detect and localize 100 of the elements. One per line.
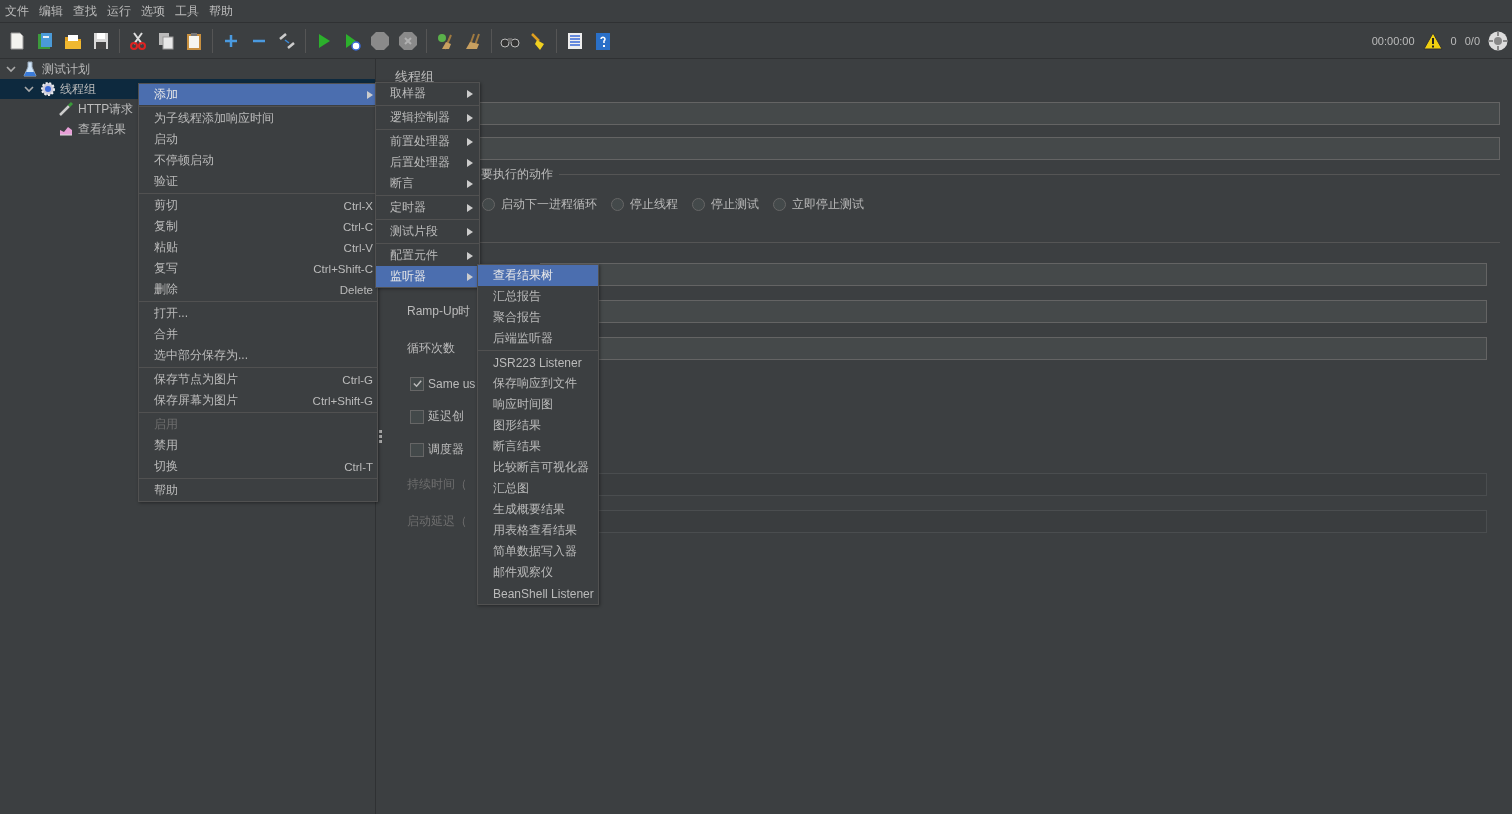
shortcut-label: Delete xyxy=(339,283,373,296)
menu-item[interactable]: 验证 xyxy=(139,171,377,192)
checkbox-label[interactable]: Same us xyxy=(428,376,476,391)
pencil-pair-icon[interactable] xyxy=(277,30,297,51)
menu-item[interactable]: 断言结果 xyxy=(478,436,598,457)
input-field[interactable] xyxy=(540,263,1487,286)
menu-item[interactable]: 简单数据写入器 xyxy=(478,541,598,562)
menu-bar-item[interactable]: 帮助 xyxy=(206,2,240,20)
error-count: 0 xyxy=(1450,34,1457,47)
menu-item[interactable]: 合并 xyxy=(139,324,377,345)
menu-item[interactable]: 汇总报告 xyxy=(478,286,598,307)
pipette-icon xyxy=(58,101,74,117)
menu-item[interactable]: 打开... xyxy=(139,303,377,324)
new-document-icon[interactable] xyxy=(7,30,27,51)
menu-item[interactable]: 取样器 xyxy=(376,83,479,104)
shortcut-label: Ctrl-X xyxy=(343,199,373,212)
paste-icon[interactable] xyxy=(184,30,204,51)
checkbox[interactable] xyxy=(410,376,424,391)
cut-icon[interactable] xyxy=(128,30,148,51)
octagon-x-icon[interactable] xyxy=(398,30,418,51)
tree-item[interactable]: 查看结果 xyxy=(78,120,126,138)
radio-button[interactable] xyxy=(611,197,624,211)
flask-icon xyxy=(22,61,38,77)
menu-item[interactable]: 添加 xyxy=(139,84,377,105)
menu-item[interactable]: 禁用 xyxy=(139,435,377,456)
menu-item[interactable]: 后置处理器 xyxy=(376,152,479,173)
menu-item[interactable]: 为子线程添加响应时间 xyxy=(139,108,377,129)
expand-toggle-icon[interactable] xyxy=(24,84,34,94)
menu-item[interactable]: 响应时间图 xyxy=(478,394,598,415)
radio-button[interactable] xyxy=(482,197,495,211)
stop-icon[interactable] xyxy=(370,30,390,51)
menu-bar-item[interactable]: 文件 xyxy=(2,2,36,20)
shortcut-label: Ctrl+Shift-G xyxy=(312,394,373,407)
menu-item[interactable]: 不停顿启动 xyxy=(139,150,377,171)
menu-item[interactable]: 用表格查看结果 xyxy=(478,520,598,541)
menu-item[interactable]: JSR223 Listener xyxy=(478,352,598,373)
menu-item[interactable]: 后端监听器 xyxy=(478,328,598,349)
checkbox-label[interactable]: 调度器 xyxy=(428,441,464,458)
menu-item[interactable]: 切换 Ctrl-T xyxy=(139,456,377,477)
shortcut-label: Ctrl-G xyxy=(342,373,373,386)
menu-item[interactable]: 聚合报告 xyxy=(478,307,598,328)
menu-item[interactable]: 剪切 Ctrl-X xyxy=(139,195,377,216)
checkbox[interactable] xyxy=(410,409,424,424)
shortcut-label: Ctrl-C xyxy=(342,220,373,233)
menu-item[interactable]: 复写 Ctrl+Shift-C xyxy=(139,258,377,279)
elapsed-time: 00:00:00 xyxy=(1371,34,1415,47)
menu-item[interactable]: BeanShell Listener xyxy=(478,583,598,604)
menu-item[interactable]: 查看结果树 xyxy=(478,265,598,286)
menu-item[interactable]: 定时器 xyxy=(376,197,479,218)
menu-item[interactable]: 逻辑控制器 xyxy=(376,107,479,128)
warning-icon[interactable] xyxy=(1422,31,1443,50)
menu-item[interactable]: 复制 Ctrl-C xyxy=(139,216,377,237)
radio-label[interactable]: 停止线程 xyxy=(630,195,678,213)
radio-label[interactable]: 立即停止测试 xyxy=(792,195,864,213)
copy-icon[interactable] xyxy=(156,30,176,51)
menu-bar-item[interactable]: 工具 xyxy=(172,2,206,20)
menu-bar-item[interactable]: 编辑 xyxy=(36,2,70,20)
tree-item[interactable]: HTTP请求 xyxy=(78,100,134,118)
menu-item[interactable]: 删除 Delete xyxy=(139,279,377,300)
splitter-handle[interactable] xyxy=(378,430,382,443)
shortcut-label: Ctrl+Shift-C xyxy=(313,262,373,275)
menu-item[interactable]: 监听器 xyxy=(376,266,479,287)
radio-label[interactable]: 停止测试 xyxy=(711,195,759,213)
menu-item[interactable]: 测试片段 xyxy=(376,221,479,242)
menu-item[interactable]: 保存屏幕为图片 Ctrl+Shift-G xyxy=(139,390,377,411)
menu-item[interactable]: 生成概要结果 xyxy=(478,499,598,520)
menu-bar-item[interactable]: 查找 xyxy=(70,2,104,20)
checkbox[interactable] xyxy=(410,442,424,457)
help-icon[interactable] xyxy=(593,30,613,51)
menu-item[interactable]: 保存响应到文件 xyxy=(478,373,598,394)
checkbox-label[interactable]: 延迟创 xyxy=(428,408,464,425)
save-icon[interactable] xyxy=(91,30,111,51)
menu-item[interactable]: 断言 xyxy=(376,173,479,194)
menu-item[interactable]: 邮件观察仪 xyxy=(478,562,598,583)
menu-item[interactable]: 选中部分保存为... xyxy=(139,345,377,366)
panel-title: 线程组 xyxy=(395,69,435,85)
menu-item[interactable]: 帮助 xyxy=(139,480,377,501)
menu-item[interactable]: 前置处理器 xyxy=(376,131,479,152)
menu-item[interactable]: 汇总图 xyxy=(478,478,598,499)
menu-bar-item[interactable]: 运行 xyxy=(104,2,138,20)
tree-item[interactable]: 测试计划 xyxy=(42,60,90,78)
menu-item[interactable]: 图形结果 xyxy=(478,415,598,436)
gear-icon xyxy=(40,81,56,97)
menu-item[interactable]: 比较断言可视化器 xyxy=(478,457,598,478)
radio-button[interactable] xyxy=(692,197,705,211)
list-icon[interactable] xyxy=(565,30,585,51)
menu-bar-item[interactable]: 选项 xyxy=(138,2,172,20)
field-label: 循环次数 xyxy=(407,341,455,355)
menu-item[interactable]: 配置元件 xyxy=(376,245,479,266)
menu-item[interactable]: 保存节点为图片 Ctrl-G xyxy=(139,369,377,390)
menu-item[interactable]: 粘贴 Ctrl-V xyxy=(139,237,377,258)
section-legend: 要执行的动作 xyxy=(481,165,553,183)
shortcut-label: Ctrl-V xyxy=(343,241,373,254)
radio-label[interactable]: 启动下一进程循环 xyxy=(501,195,597,213)
radio-button[interactable] xyxy=(773,197,786,211)
thread-count: 0/0 xyxy=(1464,34,1480,47)
tree-item[interactable]: 线程组 xyxy=(60,80,96,98)
template-book-icon[interactable] xyxy=(35,30,55,51)
expand-toggle-icon[interactable] xyxy=(6,64,16,74)
menu-item[interactable]: 启动 xyxy=(139,129,377,150)
